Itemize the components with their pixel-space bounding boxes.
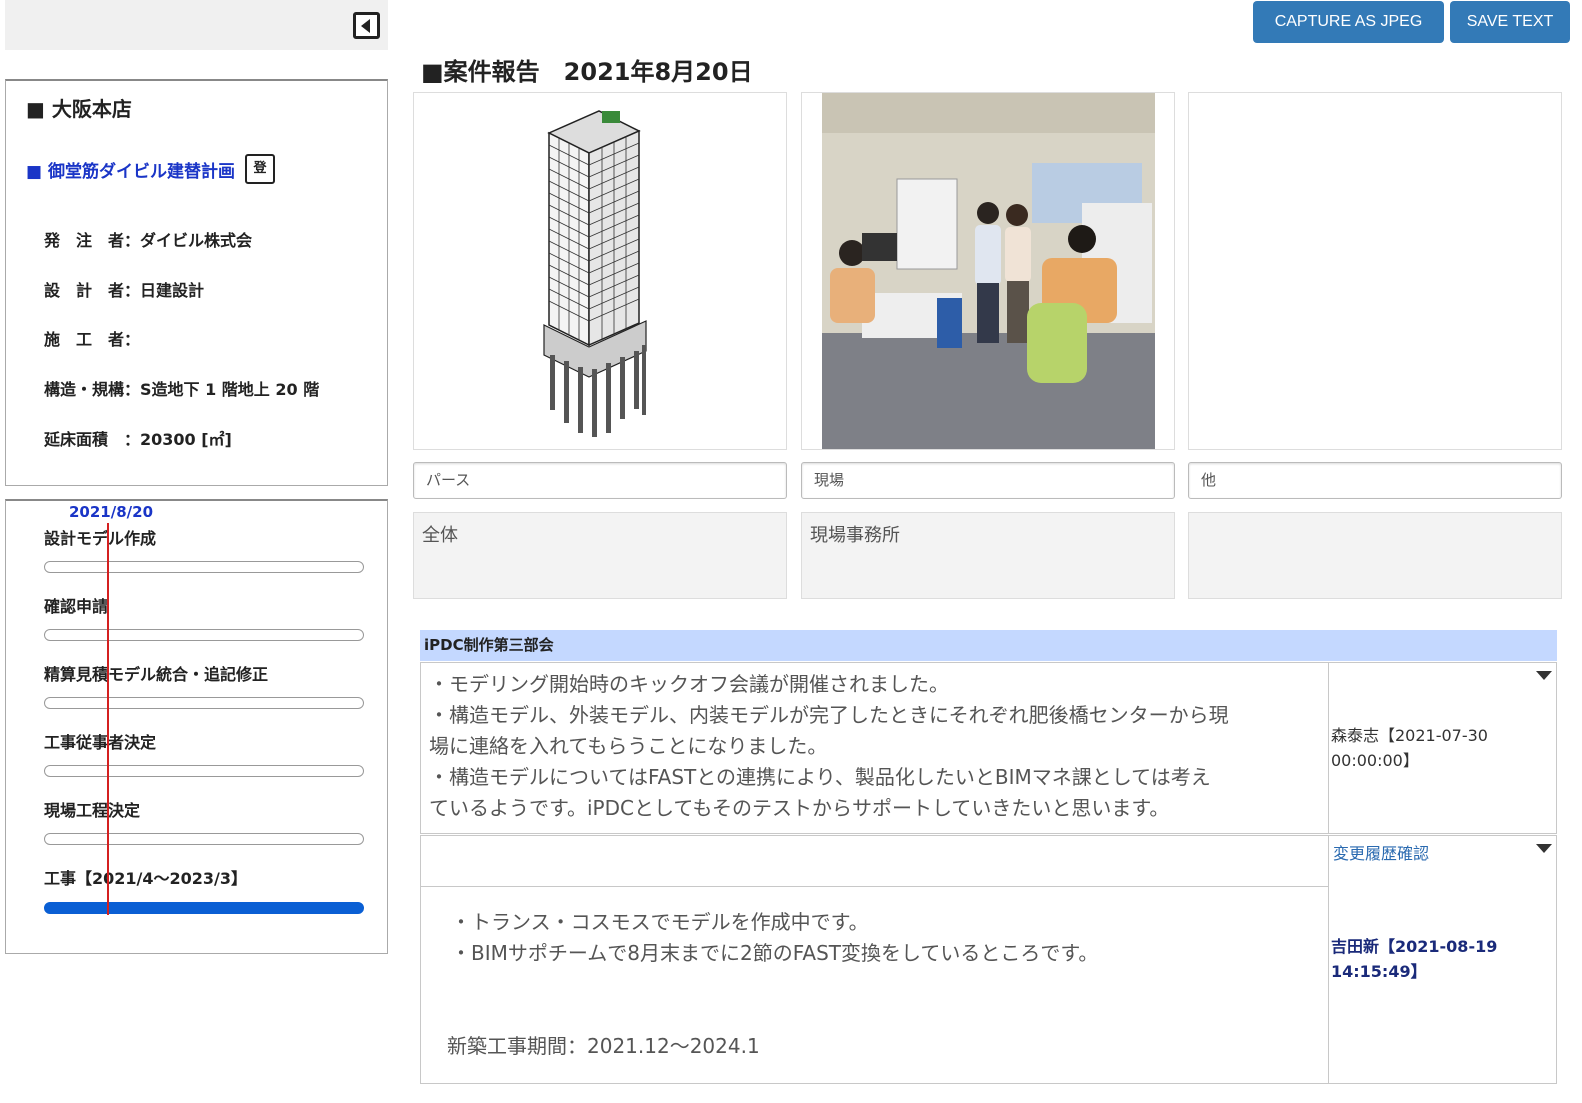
floor-area-info: 延床面積 ：20300 [㎡] <box>44 430 232 449</box>
comment-line: ・構造モデルについてはFASTとの連携により、製品化したいとBIMマネ課としては… <box>429 765 1211 789</box>
comment-line: ・トランス・コスモスでモデルを作成中です。 <box>451 910 869 934</box>
comment-line: ・モデリング開始時のキックオフ会議が開催されました。 <box>429 672 949 696</box>
photo-slot-perspective[interactable] <box>413 92 787 450</box>
report-title: ■案件報告 2021年8月20日 <box>421 58 753 86</box>
sidebar-toolbar <box>5 0 388 50</box>
photo-description-field[interactable] <box>1188 512 1562 599</box>
construction-period: 新築工事期間：2021.12～2024.1 <box>447 1034 760 1058</box>
capture-jpeg-button[interactable]: CAPTURE AS JPEG <box>1253 1 1444 43</box>
comment-meta: 森泰志【2021-07-30 00:00:00】 <box>1328 662 1557 834</box>
comment-body[interactable]: ・トランス・コスモスでモデルを作成中です。 ・BIMサポチームで8月末までに2節… <box>420 886 1329 1084</box>
project-info-panel: ■ 大阪本店 ■ 御堂筋ダイビル建替計画 登 発 注 者：ダイビル株式会 設 計… <box>5 79 388 486</box>
office-photo-image <box>822 93 1155 449</box>
schedule-task-label: 工事従事者決定 <box>44 733 157 752</box>
schedule-task-label: 確認申請 <box>44 597 109 616</box>
comment-line: ・構造モデル、外装モデル、内装モデルが完了したときにそれぞれ肥後橋センターから現 <box>429 703 1229 727</box>
client-info: 発 注 者：ダイビル株式会 <box>44 231 253 250</box>
today-marker-line <box>107 523 109 915</box>
photo-caption-input[interactable]: 現場 <box>801 462 1175 499</box>
team-header: iPDC制作第三部会 <box>420 630 1557 661</box>
project-name[interactable]: ■ 御堂筋ダイビル建替計画 <box>26 157 235 182</box>
register-button[interactable]: 登 <box>244 154 275 184</box>
branch-name: ■ 大阪本店 <box>26 97 132 121</box>
contractor-info: 施 工 者： <box>44 330 141 349</box>
project-link[interactable]: ■ 御堂筋ダイビル建替計画 登 <box>26 154 275 184</box>
collapse-sidebar-icon[interactable] <box>353 12 380 39</box>
schedule-task-label: 現場工程決定 <box>44 801 141 820</box>
comment-line: 場に連絡を入れてもらうことになりました。 <box>429 734 828 758</box>
schedule-progress-bar <box>44 833 364 845</box>
author-line: 吉田新【2021-08-19 <box>1331 937 1498 956</box>
schedule-task-label: 設計モデル作成 <box>44 529 157 548</box>
schedule-progress-bar <box>44 902 364 914</box>
author-line: 00:00:00】 <box>1331 751 1419 770</box>
comment-line: ・BIMサポチームで8月末までに2節のFAST変換をしているところです。 <box>451 941 1099 965</box>
change-history-link[interactable]: 変更履歴確認 <box>1333 840 1429 864</box>
comment-body[interactable]: ・モデリング開始時のキックオフ会議が開催されました。 ・構造モデル、外装モデル、… <box>420 662 1329 834</box>
photo-slot-other[interactable] <box>1188 92 1562 450</box>
schedule-progress-bar <box>44 629 364 641</box>
designer-info: 設 計 者：日建設計 <box>44 281 205 300</box>
schedule-progress-bar <box>44 561 364 573</box>
photo-caption-input[interactable]: 他 <box>1188 462 1562 499</box>
photo-description-field[interactable]: 現場事務所 <box>801 512 1175 599</box>
comment-meta: 吉田新【2021-08-19 14:15:49】 <box>1328 835 1557 1084</box>
schedule-progress-bar <box>44 697 364 709</box>
save-text-button[interactable]: SAVE TEXT <box>1450 1 1570 43</box>
comment-title-field[interactable] <box>420 835 1329 887</box>
chevron-down-icon[interactable] <box>1536 844 1552 853</box>
schedule-task-label: 精算見積モデル統合・追記修正 <box>44 665 269 684</box>
today-label: 2021/8/20 <box>69 503 154 521</box>
building-model-image <box>543 110 647 437</box>
report-page: ■ 大阪本店 ■ 御堂筋ダイビル建替計画 登 発 注 者：ダイビル株式会 設 計… <box>0 0 1582 1103</box>
structure-info: 構造・規構：S造地下 1 階地上 20 階 <box>44 380 320 399</box>
comment-line: ているようです。iPDCとしてもそのテストからサポートしていきたいと思います。 <box>429 796 1170 820</box>
photo-caption-input[interactable]: パース <box>413 462 787 499</box>
author-line: 森泰志【2021-07-30 <box>1331 726 1488 745</box>
schedule-panel: 2021/8/20 設計モデル作成 確認申請 精算見積モデル統合・追記修正 工事… <box>5 499 388 954</box>
photo-description-field[interactable]: 全体 <box>413 512 787 599</box>
chevron-down-icon[interactable] <box>1536 671 1552 680</box>
schedule-task-label: 工事【2021/4～2023/3】 <box>44 869 248 888</box>
author-line: 14:15:49】 <box>1331 962 1427 981</box>
photo-slot-site[interactable] <box>801 92 1175 450</box>
schedule-progress-bar <box>44 765 364 777</box>
